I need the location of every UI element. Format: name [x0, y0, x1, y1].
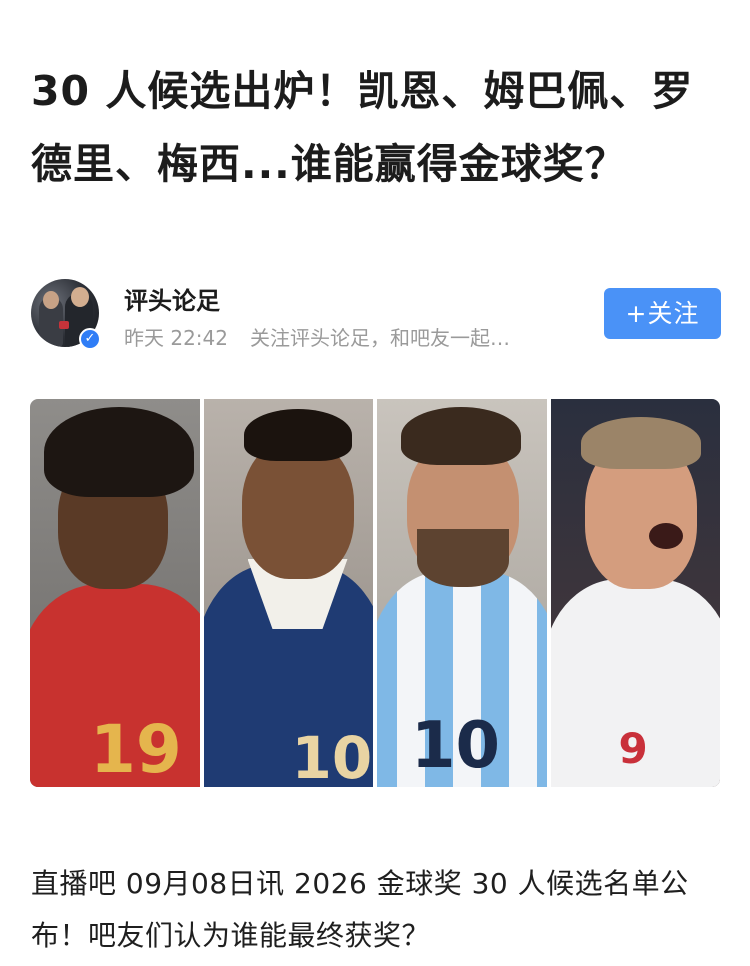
jersey-number: 10	[291, 724, 373, 787]
hero-image[interactable]: 19 10 10 9	[30, 399, 720, 787]
player-hair	[243, 409, 352, 461]
author-bar: ✓ 评头论足 昨天 22:42 关注评头论足，和吧友一起… +关注	[31, 276, 721, 352]
avatar-face-left	[43, 291, 59, 309]
player-photo-1: 19	[30, 399, 200, 787]
author-meta: 昨天 22:42 关注评头论足，和吧友一起…	[124, 322, 510, 351]
article-title: 30 人候选出炉！凯恩、姆巴佩、罗德里、梅西...谁能赢得金球奖？	[31, 67, 694, 189]
author-name[interactable]: 评头论足	[124, 281, 220, 316]
player-mouth	[648, 523, 683, 549]
publish-time: 昨天 22:42	[124, 326, 228, 350]
follow-button[interactable]: +关注	[604, 288, 721, 339]
jersey-number: 19	[90, 711, 182, 787]
player-hair	[44, 407, 194, 497]
player-beard	[417, 529, 509, 587]
verified-check-icon: ✓	[79, 328, 101, 350]
author-bio: 关注评头论足，和吧友一起…	[250, 326, 510, 350]
avatar-mic	[59, 321, 69, 329]
article-body: 直播吧 09月08日讯 2026 金球奖 30 人候选名单公布！吧友们认为谁能最…	[31, 867, 689, 952]
avatar-face-right	[71, 287, 89, 307]
player-photo-4: 9	[550, 399, 720, 787]
player-hair	[580, 417, 701, 469]
player-photo-2: 10	[203, 399, 373, 787]
jersey-number: 10	[411, 709, 501, 783]
player-photo-3: 10	[377, 399, 547, 787]
player-hair	[401, 407, 521, 465]
jersey-number: 9	[618, 724, 648, 773]
